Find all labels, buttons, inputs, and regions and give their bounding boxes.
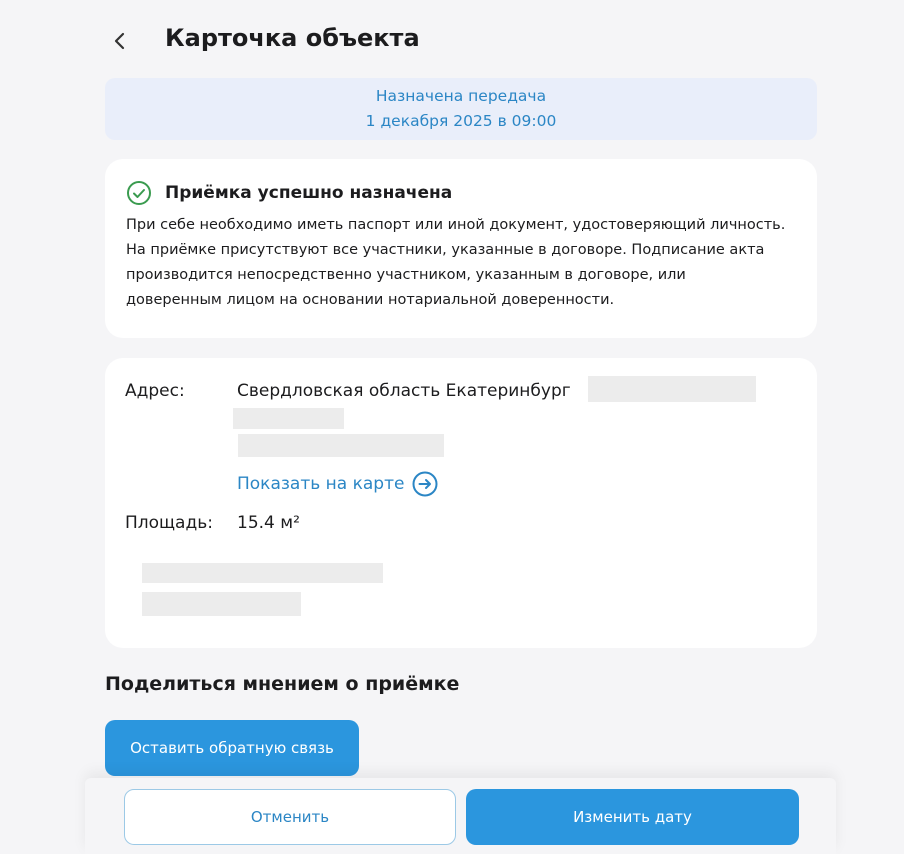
back-button[interactable] xyxy=(105,26,135,56)
banner-line-2: 1 декабря 2025 в 09:00 xyxy=(365,112,557,130)
show-on-map-label: Показать на карте xyxy=(237,474,405,494)
arrow-right-circle-icon xyxy=(412,471,438,497)
object-info-card: Адрес: Свердловская область Екатеринбург… xyxy=(105,358,817,648)
bottom-action-bar: Отменить Изменить дату xyxy=(85,778,836,854)
success-header: Приёмка успешно назначена xyxy=(126,179,797,207)
transfer-date-banner: Назначена передача 1 декабря 2025 в 09:0… xyxy=(105,78,817,140)
banner-line-1: Назначена передача xyxy=(375,87,547,105)
object-card-page: Карточка объекта Назначена передача 1 де… xyxy=(0,0,904,854)
cancel-button[interactable]: Отменить xyxy=(124,789,456,845)
change-date-button[interactable]: Изменить дату xyxy=(466,789,799,845)
page-title: Карточка объекта xyxy=(165,24,420,52)
address-value: Свердловская область Екатеринбург xyxy=(237,381,571,401)
show-on-map-link[interactable]: Показать на карте xyxy=(237,471,438,497)
page-header: Карточка объекта xyxy=(105,20,420,62)
redacted-block xyxy=(142,563,383,583)
area-label: Площадь: xyxy=(125,513,213,533)
address-label: Адрес: xyxy=(125,381,185,401)
redacted-block xyxy=(233,408,344,429)
redacted-block xyxy=(588,376,756,402)
chevron-left-icon xyxy=(113,32,127,50)
redacted-block xyxy=(142,592,301,616)
success-card: Приёмка успешно назначена При себе необх… xyxy=(105,159,817,338)
leave-feedback-button[interactable]: Оставить обратную связь xyxy=(105,720,359,776)
feedback-section-title: Поделиться мнением о приёмке xyxy=(105,673,460,695)
success-description: При себе необходимо иметь паспорт или ин… xyxy=(126,217,786,308)
success-title: Приёмка успешно назначена xyxy=(165,183,453,203)
redacted-block xyxy=(238,434,444,457)
area-value: 15.4 м² xyxy=(237,513,300,533)
check-circle-icon xyxy=(126,180,152,206)
